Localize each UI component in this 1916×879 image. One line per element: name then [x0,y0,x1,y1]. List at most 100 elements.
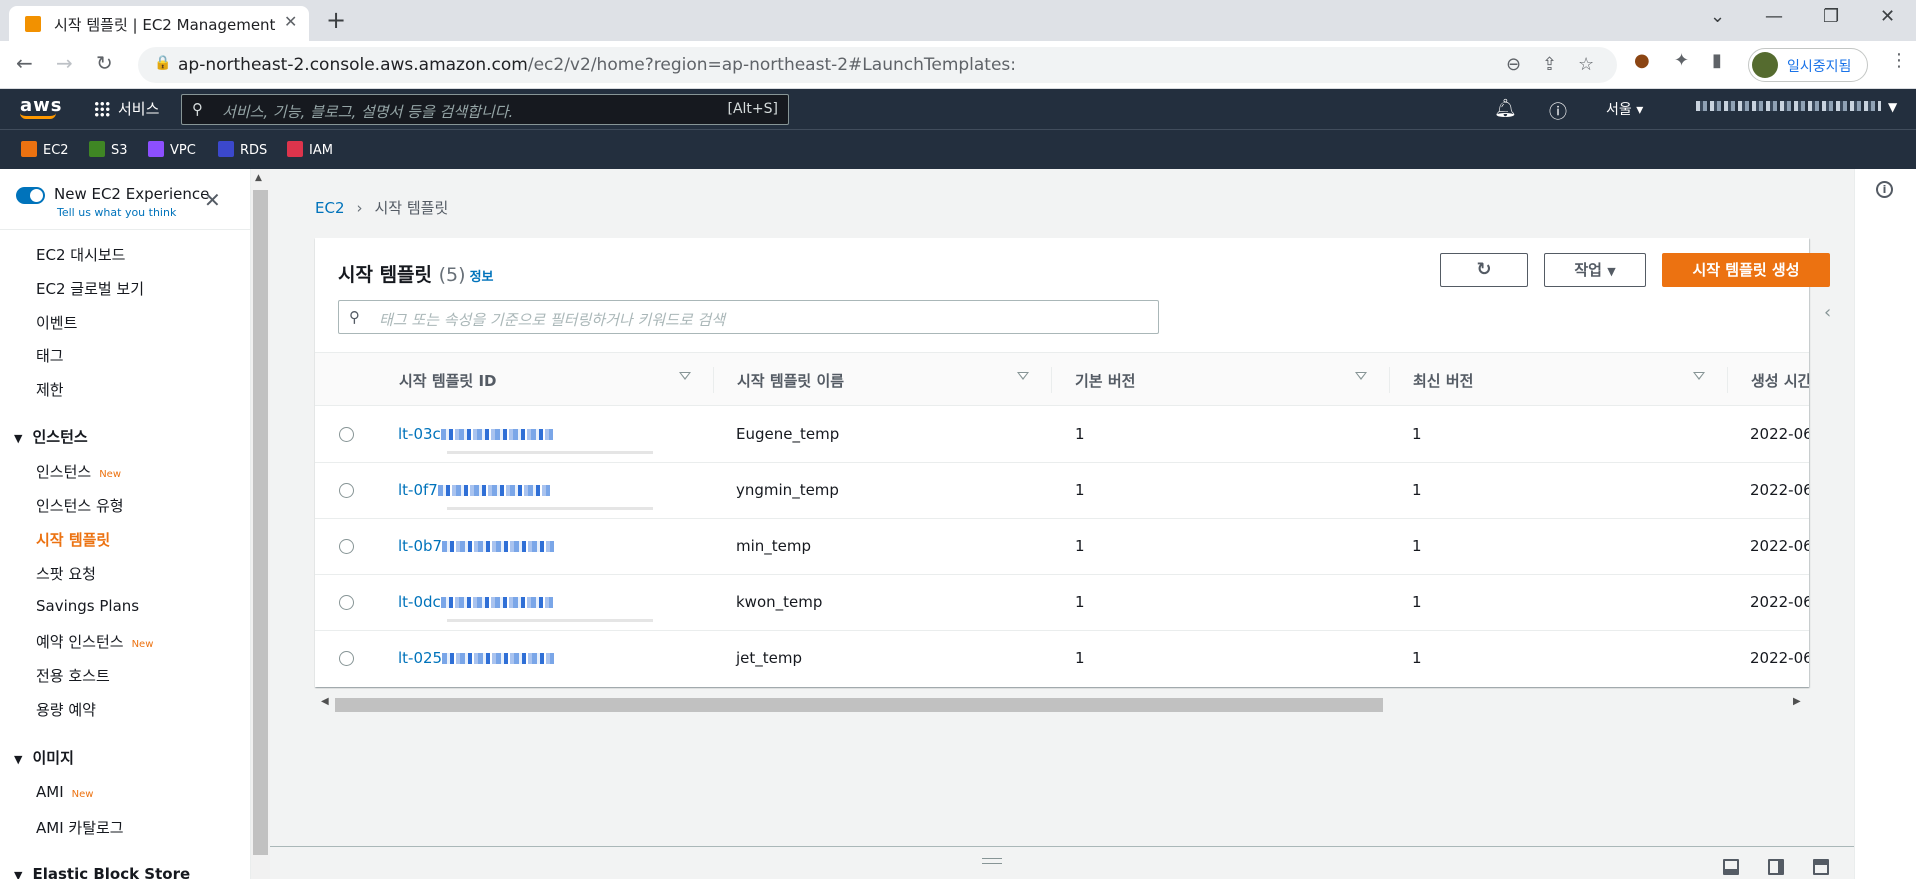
minimize-button[interactable]: — [1765,6,1783,27]
address-bar[interactable]: 🔒 ap-northeast-2.console.aws.amazon.com/… [138,47,1617,83]
column-header-id[interactable]: 시작 템플릿 ID [399,370,496,391]
row-radio[interactable] [339,427,354,442]
tab-search-icon[interactable]: ⌄ [1710,6,1725,27]
sidebar-item-launch-templates[interactable]: 시작 템플릿 [36,529,110,550]
account-menu[interactable] [1696,101,1881,111]
sidebar-section-ebs[interactable]: ▼ Elastic Block Store [14,865,190,879]
scroll-right-icon[interactable]: ▶ [1793,696,1801,707]
back-arrow-icon[interactable]: ← [16,51,33,75]
template-id-link[interactable]: lt-0f7 [398,481,550,499]
sidebar-item-dashboard[interactable]: EC2 대시보드 [36,244,125,265]
help-icon[interactable]: ⓘ [1549,98,1567,124]
favorite-ec2[interactable]: EC2 [21,141,69,158]
restore-button[interactable]: ❐ [1823,6,1839,27]
sidebar-section-images[interactable]: ▼ 이미지 [14,747,74,768]
row-radio[interactable] [339,539,354,554]
info-icon[interactable]: i [1876,181,1893,198]
table-row[interactable]: lt-03c Eugene_temp 1 1 2022-06 [315,407,1809,463]
zoom-icon[interactable]: ⊖ [1506,54,1521,75]
column-header-latest-version[interactable]: 최신 버전 [1413,370,1473,391]
reload-icon[interactable]: ↻ [96,51,113,75]
column-divider[interactable] [1051,367,1052,393]
prev-page-icon[interactable]: ‹ [1824,302,1831,323]
close-tab-icon[interactable]: ✕ [284,12,297,31]
favorite-s3[interactable]: S3 [89,141,128,158]
region-selector[interactable]: 서울 ▾ [1606,99,1643,119]
scroll-up-icon[interactable]: ▲ [255,173,262,183]
favorite-rds[interactable]: RDS [218,141,267,158]
column-divider[interactable] [1727,367,1728,393]
new-experience-toggle[interactable] [16,187,45,204]
account-dropdown-icon[interactable]: ▼ [1888,100,1897,114]
scrollbar-thumb[interactable] [335,698,1383,712]
notifications-bell-icon[interactable]: 🔔︎ [1494,98,1517,119]
aws-logo[interactable]: aws [20,95,63,119]
global-search-input[interactable]: ⚲ 서비스, 기능, 블로그, 설명서 등을 검색합니다. [Alt+S] [181,94,789,125]
split-side-icon[interactable] [1768,859,1784,875]
breadcrumb-ec2-link[interactable]: EC2 [315,199,345,217]
scrollbar-thumb[interactable] [253,190,268,855]
chrome-menu-icon[interactable]: ⋮ [1890,50,1908,71]
drag-handle[interactable] [982,858,1002,864]
column-header-default-version[interactable]: 기본 버전 [1075,370,1135,391]
sort-icon[interactable] [679,372,691,380]
split-bottom-icon[interactable] [1723,859,1739,875]
sort-icon[interactable] [1017,372,1029,380]
column-header-created[interactable]: 생성 시간 [1751,370,1809,391]
close-window-button[interactable]: ✕ [1880,6,1895,27]
favorite-iam[interactable]: IAM [287,141,333,158]
feedback-link[interactable]: Tell us what you think [57,206,176,219]
cookie-extension-icon[interactable]: ● [1634,50,1650,71]
sidebar-item-instance-types[interactable]: 인스턴스 유형 [36,495,124,516]
table-row[interactable]: lt-025 jet_temp 1 1 2022-06 [315,631,1809,687]
template-id-link[interactable]: lt-0dc [398,593,553,611]
filter-search-input[interactable]: ⚲ 태그 또는 속성을 기준으로 필터링하거나 키워드로 검색 [338,300,1159,334]
row-radio[interactable] [339,651,354,666]
sidebar-section-instances[interactable]: ▼ 인스턴스 [14,426,88,447]
sidebar-item-spot-requests[interactable]: 스팟 요청 [36,563,96,584]
services-menu-button[interactable]: 서비스 [94,98,159,119]
info-link[interactable]: 정보 [470,270,494,285]
column-header-name[interactable]: 시작 템플릿 이름 [737,370,844,391]
sidebar-scrollbar[interactable]: ▲ [251,169,270,879]
side-panel-icon[interactable]: ▮ [1712,50,1722,71]
sort-icon[interactable] [1693,372,1705,380]
template-id-link[interactable]: lt-03c [398,425,553,443]
sort-icon[interactable] [1355,372,1367,380]
sidebar-item-events[interactable]: 이벤트 [36,312,77,333]
browser-tab[interactable]: 시작 템플릿 | EC2 Management ✕ [9,6,309,41]
actions-dropdown-button[interactable]: 작업 ▼ [1544,253,1646,287]
column-divider[interactable] [713,367,714,393]
close-icon[interactable]: ✕ [204,188,221,212]
bookmark-star-icon[interactable]: ☆ [1578,54,1594,75]
forward-arrow-icon[interactable]: → [56,51,73,75]
lock-icon[interactable]: 🔒 [154,55,171,71]
sidebar-item-instances[interactable]: 인스턴스 New [36,461,121,482]
table-horizontal-scrollbar[interactable]: ◀ ▶ [315,694,1809,714]
sidebar-item-capacity-reservations[interactable]: 용량 예약 [36,699,96,720]
sidebar-item-global-view[interactable]: EC2 글로벌 보기 [36,278,144,299]
share-icon[interactable]: ⇪ [1542,54,1557,75]
profile-button[interactable]: 일시중지됨 [1748,48,1868,82]
sidebar-item-limits[interactable]: 제한 [36,379,64,400]
table-row[interactable]: lt-0f7 yngmin_temp 1 1 2022-06 [315,463,1809,519]
sidebar-item-savings-plans[interactable]: Savings Plans [36,597,139,615]
sidebar-item-ami-catalog[interactable]: AMI 카탈로그 [36,817,124,838]
sidebar-item-tags[interactable]: 태그 [36,345,64,366]
refresh-button[interactable]: ↻ [1440,253,1528,287]
row-radio[interactable] [339,483,354,498]
split-maximize-icon[interactable] [1813,859,1829,875]
column-divider[interactable] [1389,367,1390,393]
table-row[interactable]: lt-0b7 min_temp 1 1 2022-06 [315,519,1809,575]
extensions-puzzle-icon[interactable]: ✦ [1674,50,1689,71]
table-row[interactable]: lt-0dc kwon_temp 1 1 2022-06 [315,575,1809,631]
sidebar-item-ami[interactable]: AMI New [36,783,93,801]
row-radio[interactable] [339,595,354,610]
sidebar-item-dedicated-hosts[interactable]: 전용 호스트 [36,665,110,686]
template-id-link[interactable]: lt-0b7 [398,537,555,555]
create-launch-template-button[interactable]: 시작 템플릿 생성 [1662,253,1830,287]
new-tab-button[interactable]: + [326,6,346,34]
scroll-left-icon[interactable]: ◀ [321,696,329,707]
sidebar-item-reserved-instances[interactable]: 예약 인스턴스 New [36,631,153,652]
template-id-link[interactable]: lt-025 [398,649,555,667]
